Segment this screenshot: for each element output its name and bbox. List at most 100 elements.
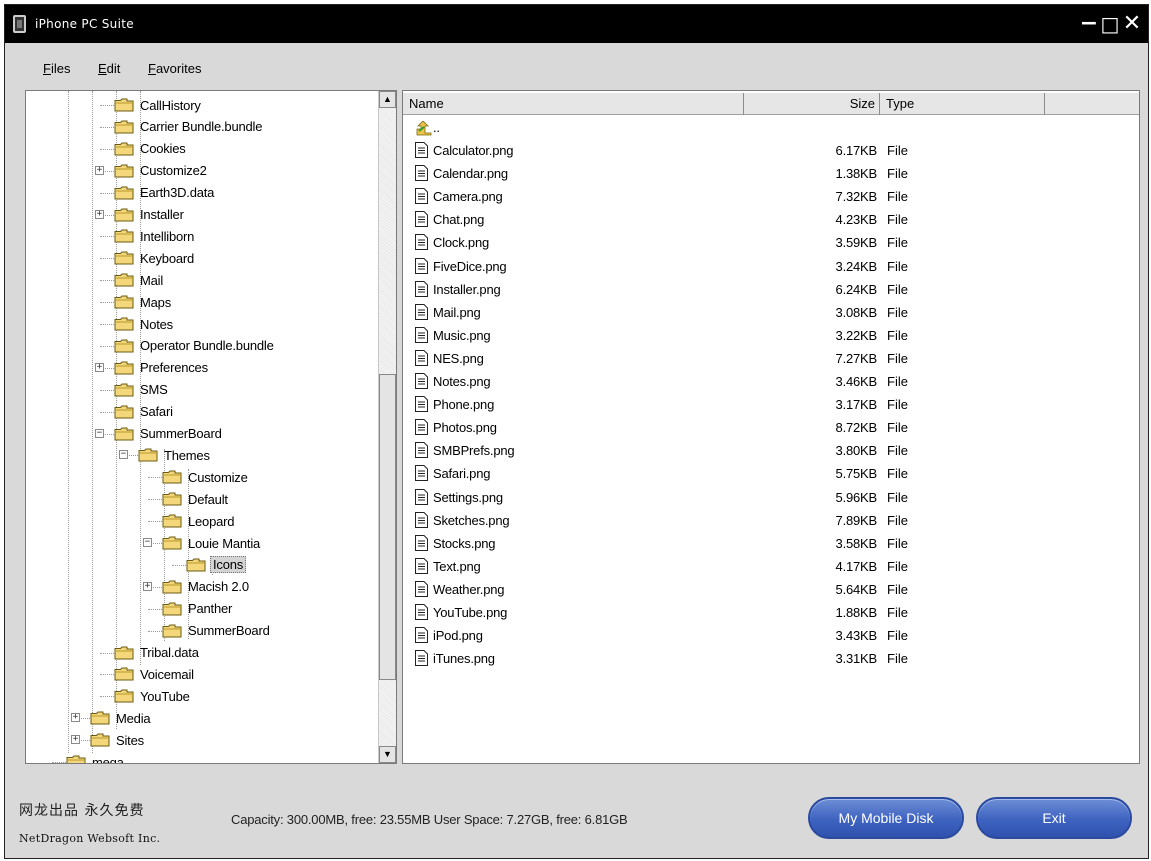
file-row[interactable]: Camera.png 7.32KB File xyxy=(403,185,1139,208)
file-row[interactable]: Installer.png 6.24KB File xyxy=(403,278,1139,301)
file-icon xyxy=(415,580,428,597)
file-row[interactable]: Stocks.png 3.58KB File xyxy=(403,532,1139,555)
tree-guide-line xyxy=(52,762,66,763)
file-row[interactable]: Photos.png 8.72KB File xyxy=(403,416,1139,439)
tree-item[interactable]: Customize2 xyxy=(114,160,209,182)
tree-item[interactable]: Safari xyxy=(114,401,175,423)
file-type: File xyxy=(887,535,908,551)
tree-item[interactable]: Icons xyxy=(186,554,247,576)
tree-item[interactable]: Media xyxy=(90,707,152,729)
collapse-icon[interactable]: − xyxy=(143,538,152,547)
tree-item[interactable]: Customize xyxy=(162,466,250,488)
column-header-type[interactable]: Type xyxy=(880,93,1045,115)
tree-guide-line xyxy=(100,652,114,654)
tree-item[interactable]: SMS xyxy=(114,379,170,401)
file-row[interactable]: Notes.png 3.46KB File xyxy=(403,370,1139,393)
folder-icon xyxy=(114,667,134,681)
tree-item[interactable]: YouTube xyxy=(114,685,192,707)
expand-icon[interactable]: + xyxy=(71,735,80,745)
menu-edit[interactable]: Edit xyxy=(98,61,120,76)
scroll-up-arrow-icon[interactable]: ▲ xyxy=(379,91,396,108)
file-row[interactable]: FiveDice.png 3.24KB File xyxy=(403,255,1139,278)
file-size: 3.46KB xyxy=(835,374,878,389)
file-row[interactable]: Chat.png 4.23KB File xyxy=(403,208,1139,231)
tree-item[interactable]: Panther xyxy=(162,598,234,620)
tree-item-label-selected: Icons xyxy=(210,556,247,574)
tree-item[interactable]: Preferences xyxy=(114,357,210,379)
file-row[interactable]: Settings.png 5.96KB File xyxy=(403,486,1139,509)
expand-icon[interactable]: + xyxy=(71,713,80,723)
tree-item[interactable]: Intelliborn xyxy=(114,225,196,247)
scroll-down-arrow-icon[interactable]: ▼ xyxy=(379,746,396,763)
file-row[interactable]: Calculator.png 6.17KB File xyxy=(403,139,1139,162)
file-list[interactable]: Name Size Type .. Calculator.png 6.17KB Fi… xyxy=(402,90,1140,764)
tree-item[interactable]: Themes xyxy=(138,444,212,466)
maximize-button[interactable]: □ xyxy=(1099,11,1121,37)
folder-tree[interactable]: CallHistory Carrier Bundle.bundle Cookies +… xyxy=(25,90,397,764)
menu-favorites[interactable]: Favorites xyxy=(148,61,201,76)
file-row[interactable]: iPod.png 3.43KB File xyxy=(403,624,1139,647)
folder-icon xyxy=(114,142,134,156)
file-row[interactable]: Music.png 3.22KB File xyxy=(403,324,1139,347)
file-row[interactable]: Calendar.png 1.38KB File xyxy=(403,162,1139,185)
column-header-name[interactable]: Name xyxy=(403,93,744,115)
scroll-thumb[interactable] xyxy=(379,374,396,680)
collapse-icon[interactable]: − xyxy=(95,428,104,438)
tree-item[interactable]: Mail xyxy=(114,269,165,291)
tree-item[interactable]: Macish 2.0 xyxy=(162,576,251,598)
tree-item[interactable]: Carrier Bundle.bundle xyxy=(114,116,264,138)
folder-icon xyxy=(114,208,134,222)
file-row[interactable]: Phone.png 3.17KB File xyxy=(403,393,1139,416)
collapse-icon[interactable]: − xyxy=(119,450,128,460)
close-button[interactable]: ✕ xyxy=(1121,11,1143,37)
tree-item[interactable]: Cookies xyxy=(114,138,188,160)
tree-item[interactable]: Installer xyxy=(114,204,186,226)
folder-icon xyxy=(114,361,134,375)
file-row[interactable]: Text.png 4.17KB File xyxy=(403,555,1139,578)
tree-item[interactable]: SummerBoard xyxy=(162,620,272,642)
expand-icon[interactable]: + xyxy=(95,362,104,372)
my-mobile-disk-button[interactable]: My Mobile Disk xyxy=(808,797,964,839)
parent-folder-row[interactable]: .. xyxy=(403,118,1139,138)
column-header-size[interactable]: Size xyxy=(744,93,880,115)
tree-item[interactable]: Notes xyxy=(114,313,175,335)
tree-item[interactable]: Earth3D.data xyxy=(114,182,216,204)
menu-favorites-mnemonic: F xyxy=(148,61,156,76)
file-row[interactable]: NES.png 7.27KB File xyxy=(403,347,1139,370)
file-name: Weather.png xyxy=(433,581,505,597)
file-row[interactable]: Sketches.png 7.89KB File xyxy=(403,509,1139,532)
tree-item[interactable]: Louie Mantia xyxy=(162,532,262,554)
expand-icon[interactable]: + xyxy=(143,581,152,591)
file-row[interactable]: SMBPrefs.png 3.80KB File xyxy=(403,439,1139,462)
tree-guide-line xyxy=(100,302,114,304)
tree-item[interactable]: Operator Bundle.bundle xyxy=(114,335,276,357)
file-row[interactable]: Safari.png 5.75KB File xyxy=(403,462,1139,485)
tree-guide-line xyxy=(100,258,114,260)
minimize-button[interactable]: − xyxy=(1078,11,1100,37)
tree-item[interactable]: Sites xyxy=(90,729,146,751)
exit-button[interactable]: Exit xyxy=(976,797,1132,839)
file-row[interactable]: Weather.png 5.64KB File xyxy=(403,578,1139,601)
title-bar[interactable]: iPhone PC Suite − □ ✕ xyxy=(5,5,1148,43)
tree-item[interactable]: CallHistory xyxy=(114,94,203,116)
file-type: File xyxy=(887,327,908,343)
tree-item[interactable]: Keyboard xyxy=(114,247,196,269)
file-row[interactable]: Mail.png 3.08KB File xyxy=(403,301,1139,324)
file-row[interactable]: iTunes.png 3.31KB File xyxy=(403,647,1139,670)
menu-files[interactable]: Files xyxy=(43,61,70,76)
tree-item[interactable]: Maps xyxy=(114,291,173,313)
tree-item[interactable]: mega xyxy=(66,751,126,763)
tree-item[interactable]: Tribal.data xyxy=(114,642,201,664)
tree-item[interactable]: Voicemail xyxy=(114,663,196,685)
file-row[interactable]: Clock.png 3.59KB File xyxy=(403,231,1139,254)
tree-item[interactable]: SummerBoard xyxy=(114,423,224,445)
menu-files-mnemonic: F xyxy=(43,61,51,76)
status-bar: 网龙出品 永久免费 NetDragon Websoft Inc. Capacit… xyxy=(5,785,1148,858)
folder-icon xyxy=(114,646,134,660)
expand-icon[interactable]: + xyxy=(95,165,104,175)
expand-icon[interactable]: + xyxy=(95,209,104,219)
tree-scrollbar[interactable]: ▲ ▼ xyxy=(378,91,396,763)
file-row[interactable]: YouTube.png 1.88KB File xyxy=(403,601,1139,624)
tree-item[interactable]: Leopard xyxy=(162,510,236,532)
tree-item[interactable]: Default xyxy=(162,488,230,510)
